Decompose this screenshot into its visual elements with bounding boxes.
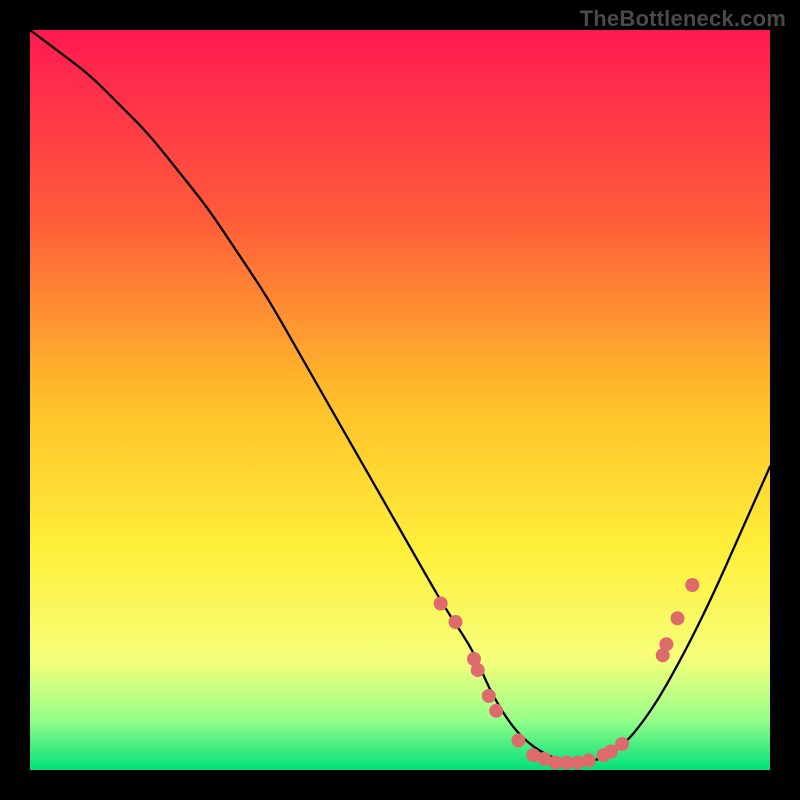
marker-point <box>671 611 685 625</box>
watermark-text: TheBottleneck.com <box>580 6 786 32</box>
marker-point <box>434 597 448 611</box>
marker-point <box>489 704 503 718</box>
bottleneck-chart <box>0 0 800 800</box>
marker-point <box>615 737 629 751</box>
marker-point <box>511 733 525 747</box>
marker-point <box>659 637 673 651</box>
marker-point <box>449 615 463 629</box>
marker-point <box>582 753 596 767</box>
marker-point <box>685 578 699 592</box>
marker-point <box>482 689 496 703</box>
chart-stage: TheBottleneck.com <box>0 0 800 800</box>
marker-point <box>471 663 485 677</box>
